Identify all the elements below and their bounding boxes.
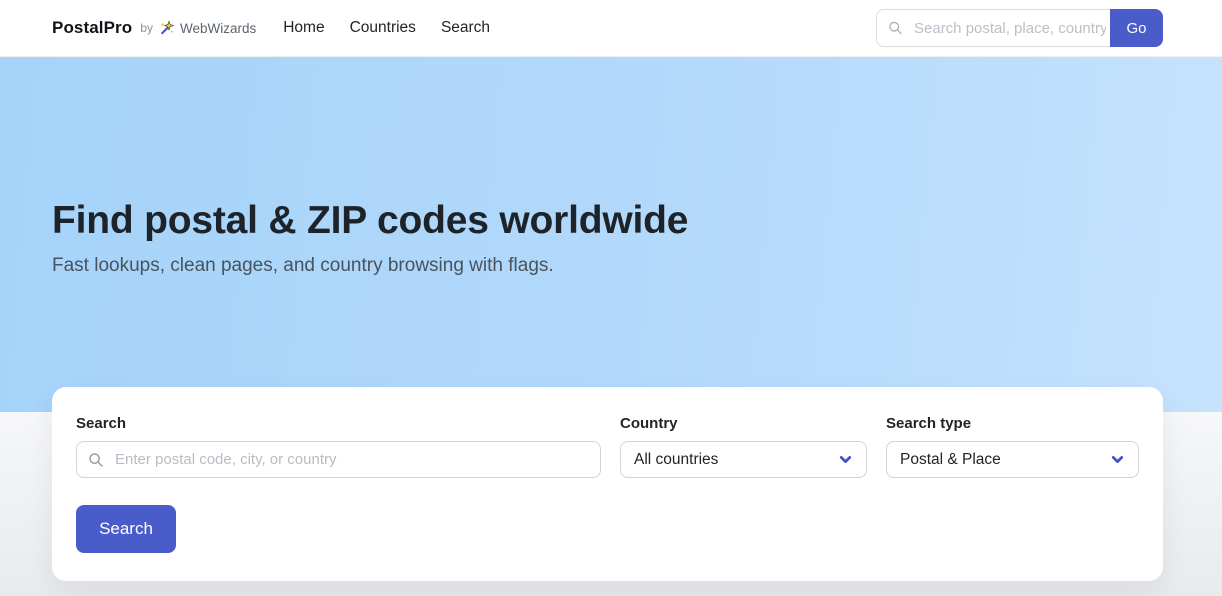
card-search-input[interactable]	[76, 441, 601, 478]
brand-byline-prefix: by	[140, 21, 153, 35]
nav-link-search[interactable]: Search	[441, 19, 490, 37]
search-type-field-label: Search type	[886, 415, 972, 432]
search-icon	[888, 21, 903, 36]
nav-link-countries[interactable]: Countries	[350, 19, 416, 37]
search-submit-button[interactable]: Search	[76, 505, 176, 553]
nav-link-home[interactable]: Home	[283, 19, 324, 37]
search-field-label: Search	[76, 415, 127, 432]
brand[interactable]: PostalPro by WebWizards	[52, 18, 256, 38]
navbar-search-input[interactable]	[876, 9, 1110, 47]
magic-wand-icon	[159, 20, 175, 36]
search-type-selected-value: Postal & Place	[900, 450, 1001, 468]
country-field-label: Country	[620, 415, 678, 432]
country-select[interactable]: All countries	[620, 441, 867, 478]
navbar-search-group: Go	[876, 9, 1163, 47]
navbar: PostalPro by WebWizards Home Countries S…	[0, 0, 1222, 57]
main-nav: Home Countries Search	[283, 19, 490, 37]
lower-section: Search Country All countries	[0, 387, 1222, 596]
search-type-select[interactable]: Postal & Place	[886, 441, 1139, 478]
hero-title: Find postal & ZIP codes worldwide	[52, 198, 689, 242]
navbar-go-button[interactable]: Go	[1110, 9, 1163, 47]
brand-byline-name: WebWizards	[179, 20, 257, 36]
brand-name: PostalPro	[52, 18, 133, 37]
hero-section: Find postal & ZIP codes worldwide Fast l…	[0, 57, 1222, 412]
chevron-down-icon	[1109, 451, 1126, 468]
search-card: Search Country All countries	[52, 387, 1163, 581]
hero-subtitle: Fast lookups, clean pages, and country b…	[52, 254, 554, 276]
chevron-down-icon	[837, 451, 854, 468]
search-icon	[88, 452, 104, 468]
country-selected-value: All countries	[634, 450, 719, 468]
